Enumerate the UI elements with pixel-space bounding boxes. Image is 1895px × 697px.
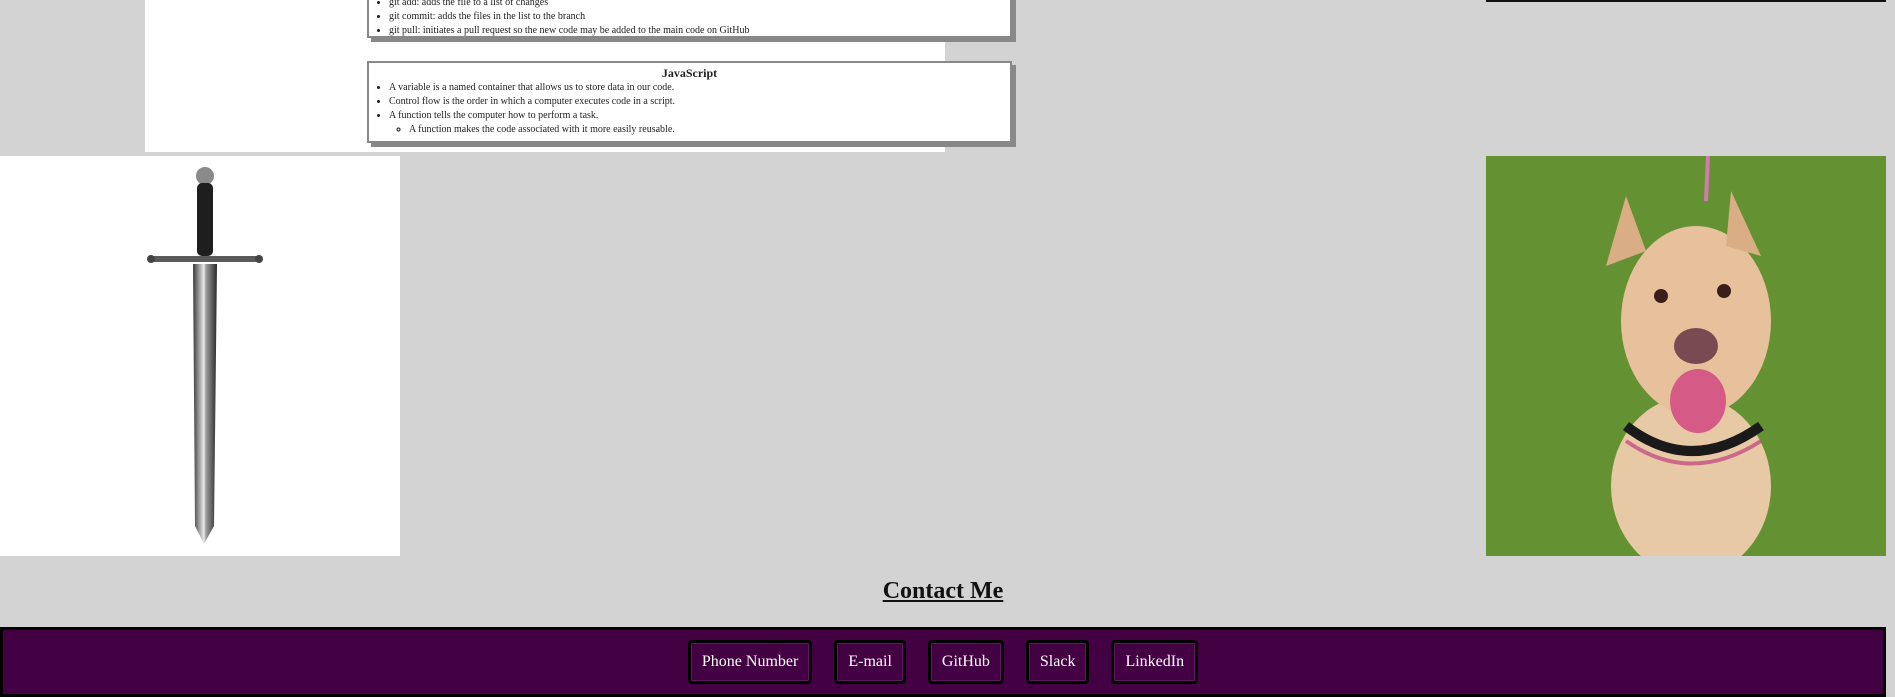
git-notes-card: git add: adds the file to a list of chan… (367, 0, 1012, 38)
dog-icon (1486, 156, 1886, 556)
javascript-notes-card: JavaScript A variable is a named contain… (367, 61, 1012, 143)
linkedin-link[interactable]: LinkedIn (1111, 640, 1199, 684)
slack-link[interactable]: Slack (1025, 640, 1090, 684)
js-note-item: Control flow is the order in which a com… (389, 95, 1010, 109)
contact-heading: Contact Me (882, 578, 1004, 604)
email-link[interactable]: E-mail (834, 640, 906, 684)
github-link[interactable]: GitHub (927, 640, 1004, 684)
phone-number-link[interactable]: Phone Number (687, 640, 813, 684)
js-note-item: A function tells the computer how to per… (389, 109, 1010, 137)
dog-photo (1486, 156, 1886, 556)
js-note-item: A variable is a named container that all… (389, 81, 1010, 95)
js-note-text: A function tells the computer how to per… (389, 110, 599, 121)
contact-section: Contact Me (0, 578, 1886, 605)
image-border (1486, 0, 1886, 2)
js-note-subitem: A function makes the code associated wit… (409, 123, 1010, 137)
git-note-item: git commit: adds the files in the list t… (389, 10, 1010, 24)
card-title: JavaScript (661, 66, 718, 80)
git-note-item: git add: adds the file to a list of chan… (389, 0, 1010, 10)
sword-image (0, 156, 400, 556)
contact-footer: Phone Number E-mail GitHub Slack LinkedI… (0, 627, 1886, 697)
screenshot-frame: git add: adds the file to a list of chan… (145, 0, 1012, 152)
git-note-item: git pull: initiates a pull request so th… (389, 24, 1010, 38)
sword-icon (147, 167, 263, 544)
